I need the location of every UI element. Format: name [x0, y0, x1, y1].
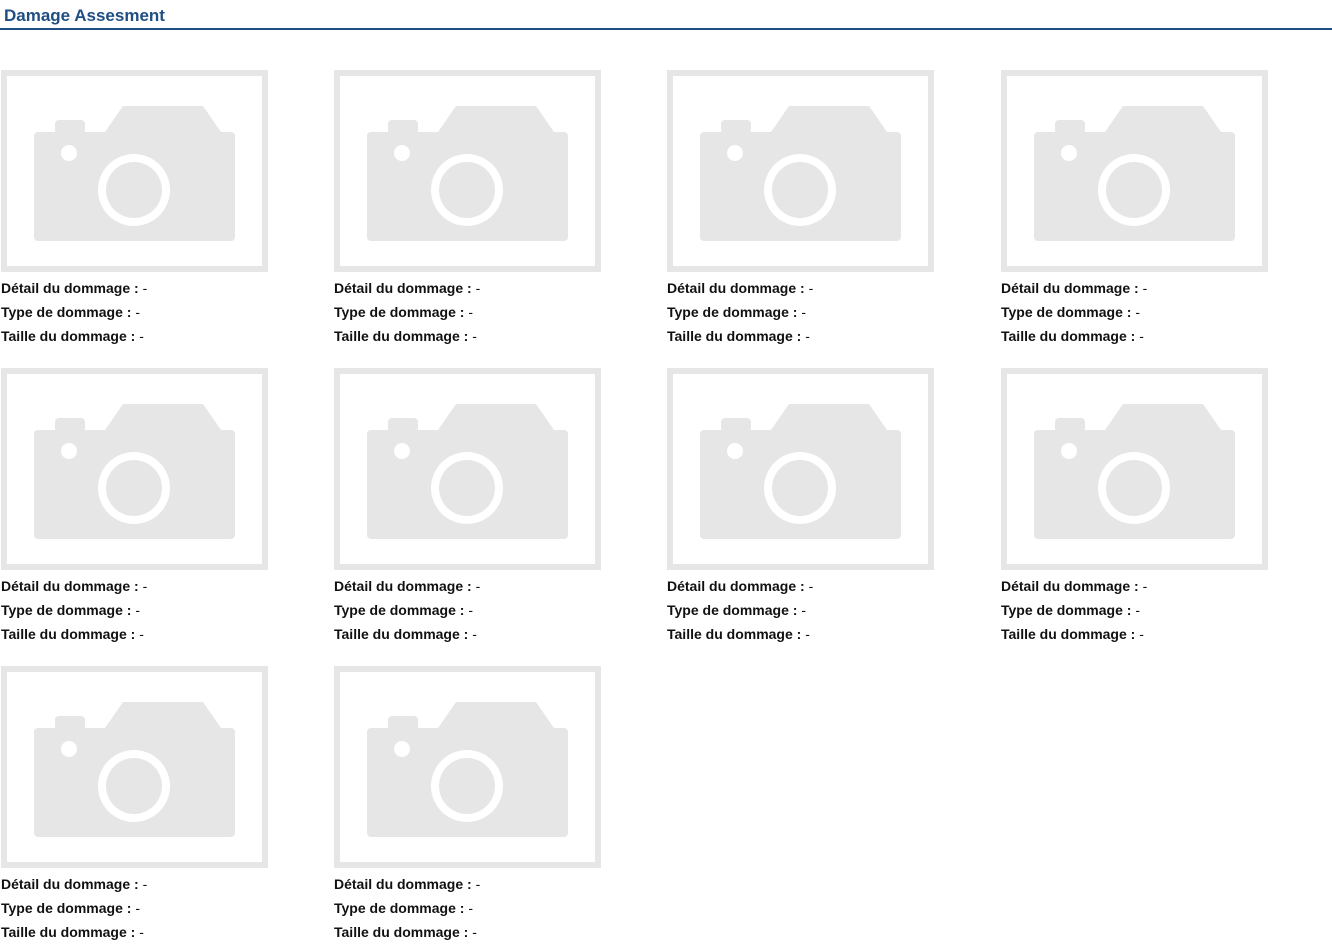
size-value: -	[1139, 328, 1144, 344]
type-value: -	[135, 602, 140, 618]
detail-label: Détail du dommage :	[334, 876, 472, 892]
detail-label: Détail du dommage :	[1, 876, 139, 892]
damage-photo[interactable]	[1001, 70, 1268, 272]
detail-value: -	[475, 578, 481, 594]
detail-value: -	[1142, 578, 1148, 594]
size-value: -	[472, 924, 477, 940]
size-label: Taille du dommage :	[1001, 626, 1136, 642]
detail-label: Détail du dommage :	[667, 280, 805, 296]
size-value: -	[139, 328, 144, 344]
type-value: -	[468, 602, 473, 618]
size-label: Taille du dommage :	[1, 626, 136, 642]
damage-photo[interactable]	[1, 368, 268, 570]
damage-photo[interactable]	[334, 70, 601, 272]
type-value: -	[468, 304, 473, 320]
damage-details: Détail du dommage : - Type de dommage : …	[667, 276, 967, 348]
type-value: -	[801, 602, 806, 618]
type-value: -	[135, 900, 140, 916]
size-label: Taille du dommage :	[1, 328, 136, 344]
type-label: Type de dommage :	[1001, 602, 1132, 618]
camera-icon	[1001, 70, 1268, 272]
type-value: -	[1135, 602, 1140, 618]
type-value: -	[468, 900, 473, 916]
detail-value: -	[475, 876, 481, 892]
damage-details: Détail du dommage : - Type de dommage : …	[1, 574, 301, 646]
detail-label: Détail du dommage :	[334, 578, 472, 594]
type-label: Type de dommage :	[667, 304, 798, 320]
detail-label: Détail du dommage :	[667, 578, 805, 594]
size-label: Taille du dommage :	[1, 924, 136, 940]
detail-label: Détail du dommage :	[1, 280, 139, 296]
type-label: Type de dommage :	[334, 602, 465, 618]
damage-photo[interactable]	[1001, 368, 1268, 570]
damage-details: Détail du dommage : - Type de dommage : …	[334, 574, 634, 646]
size-label: Taille du dommage :	[334, 328, 469, 344]
camera-icon	[1, 368, 268, 570]
size-label: Taille du dommage :	[1001, 328, 1136, 344]
camera-icon	[667, 368, 934, 570]
detail-value: -	[142, 280, 148, 296]
damage-photo[interactable]	[1, 70, 268, 272]
detail-label: Détail du dommage :	[1001, 578, 1139, 594]
damage-details: Détail du dommage : - Type de dommage : …	[667, 574, 967, 646]
camera-icon	[667, 70, 934, 272]
damage-details: Détail du dommage : - Type de dommage : …	[1001, 574, 1301, 646]
damage-photo[interactable]	[334, 666, 601, 868]
camera-icon	[1001, 368, 1268, 570]
detail-value: -	[1142, 280, 1148, 296]
type-value: -	[135, 304, 140, 320]
type-label: Type de dommage :	[1, 304, 132, 320]
size-label: Taille du dommage :	[334, 626, 469, 642]
size-label: Taille du dommage :	[667, 626, 802, 642]
size-value: -	[139, 626, 144, 642]
type-label: Type de dommage :	[334, 304, 465, 320]
camera-icon	[1, 70, 268, 272]
damage-photo[interactable]	[667, 70, 934, 272]
detail-label: Détail du dommage :	[1, 578, 139, 594]
damage-photo[interactable]	[334, 368, 601, 570]
type-label: Type de dommage :	[334, 900, 465, 916]
size-value: -	[1139, 626, 1144, 642]
size-value: -	[472, 626, 477, 642]
type-label: Type de dommage :	[1001, 304, 1132, 320]
camera-icon	[334, 70, 601, 272]
type-label: Type de dommage :	[667, 602, 798, 618]
page-title: Damage Assesment	[4, 6, 165, 25]
detail-value: -	[808, 578, 814, 594]
size-value: -	[805, 626, 810, 642]
type-label: Type de dommage :	[1, 602, 132, 618]
type-value: -	[801, 304, 806, 320]
damage-details: Détail du dommage : - Type de dommage : …	[1001, 276, 1301, 348]
camera-icon	[334, 666, 601, 868]
damage-details: Détail du dommage : - Type de dommage : …	[1, 276, 301, 348]
camera-icon	[334, 368, 601, 570]
size-label: Taille du dommage :	[667, 328, 802, 344]
size-value: -	[139, 924, 144, 940]
size-value: -	[805, 328, 810, 344]
size-label: Taille du dommage :	[334, 924, 469, 940]
camera-icon	[1, 666, 268, 868]
page-header: Damage Assesment	[0, 0, 1332, 30]
damage-details: Détail du dommage : - Type de dommage : …	[334, 276, 634, 348]
size-value: -	[472, 328, 477, 344]
detail-value: -	[808, 280, 814, 296]
damage-photo[interactable]	[1, 666, 268, 868]
damage-details: Détail du dommage : - Type de dommage : …	[334, 872, 634, 944]
type-label: Type de dommage :	[1, 900, 132, 916]
type-value: -	[1135, 304, 1140, 320]
damage-details: Détail du dommage : - Type de dommage : …	[1, 872, 301, 944]
detail-value: -	[142, 876, 148, 892]
detail-label: Détail du dommage :	[334, 280, 472, 296]
damage-photo[interactable]	[667, 368, 934, 570]
detail-value: -	[142, 578, 148, 594]
detail-value: -	[475, 280, 481, 296]
detail-label: Détail du dommage :	[1001, 280, 1139, 296]
